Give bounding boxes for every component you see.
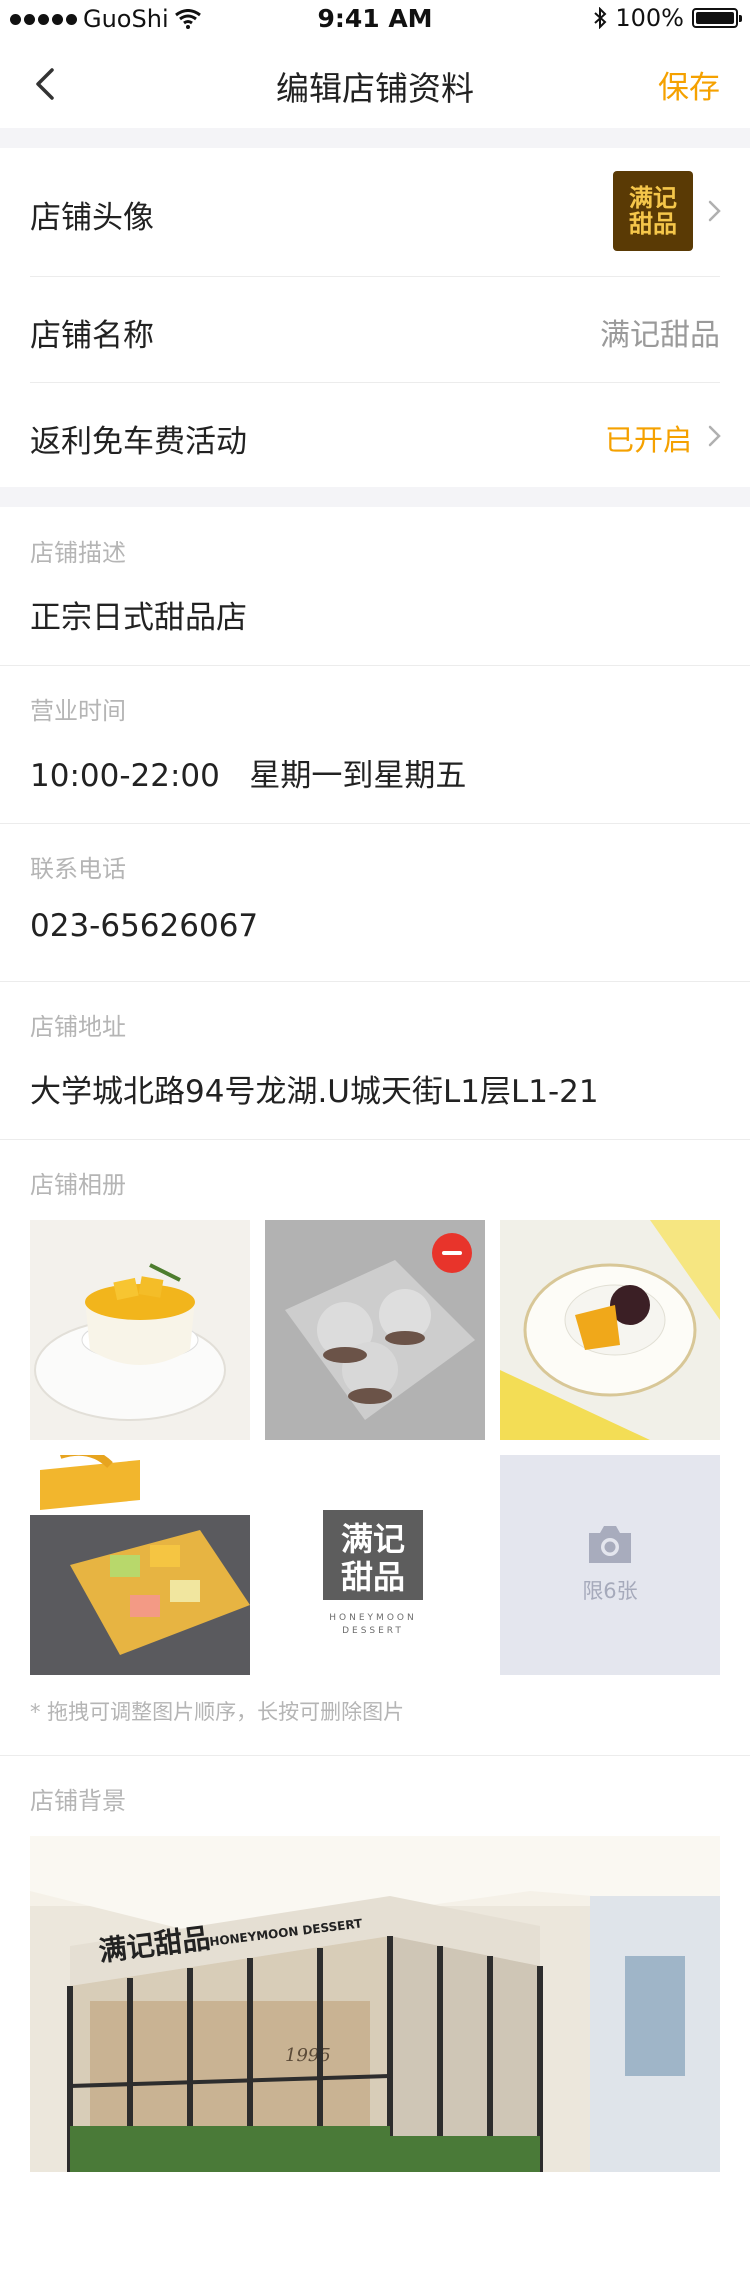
- bluetooth-icon: [594, 7, 607, 29]
- row-rebate-activity[interactable]: 返利免车费活动 已开启: [0, 383, 750, 487]
- divider: [0, 1755, 750, 1756]
- album-photo-mango-pudding[interactable]: [30, 1220, 250, 1440]
- photo-limit-text: 限6张: [582, 1579, 638, 1603]
- description-value[interactable]: 正宗日式甜品店: [30, 592, 247, 637]
- status-right: 100%: [593, 4, 742, 32]
- remove-photo-button[interactable]: [432, 1233, 472, 1273]
- album-photo-gift-box[interactable]: [30, 1455, 250, 1675]
- avatar-label: 店铺头像: [30, 200, 154, 236]
- album-logo-line2: 甜品: [341, 1558, 405, 1596]
- address-label: 店铺地址: [30, 1013, 126, 1041]
- album-photo-mango-rice[interactable]: [500, 1220, 720, 1440]
- album-logo-sub2: DESSERT: [342, 1626, 404, 1636]
- store-background-image[interactable]: 满记甜品 HONEYMOON DESSERT 1995: [30, 1836, 720, 2172]
- phone-value[interactable]: 023-65626067: [30, 908, 258, 944]
- avatar-logo-line1: 满记: [629, 184, 677, 212]
- battery-fill: [696, 12, 734, 24]
- section-gap: [0, 487, 750, 507]
- rebate-label: 返利免车费活动: [30, 424, 247, 460]
- chevron-right-icon: [708, 425, 721, 447]
- status-bar: GuoShi 9:41 AM 100%: [0, 0, 750, 40]
- save-button[interactable]: 保存: [658, 62, 720, 107]
- divider: [0, 665, 750, 666]
- album-photo-logo[interactable]: 满记 甜品 HONEYMOON DESSERT: [265, 1455, 485, 1675]
- album-logo-line1: 满记: [341, 1520, 405, 1558]
- store-avatar-logo[interactable]: 满记 甜品: [613, 171, 693, 251]
- divider: [0, 981, 750, 982]
- rebate-status: 已开启: [604, 423, 692, 457]
- bg-sign-year: 1995: [285, 2045, 331, 2066]
- store-name-value: 满记甜品: [600, 318, 720, 353]
- camera-icon: [589, 1526, 631, 1563]
- avatar-logo-line2: 甜品: [629, 210, 677, 238]
- album-label: 店铺相册: [30, 1171, 126, 1199]
- album-hint: * 拖拽可调整图片顺序，长按可删除图片: [30, 1700, 405, 1724]
- battery-icon: [692, 8, 742, 28]
- album-logo-sub1: HONEYMOON: [329, 1613, 416, 1623]
- divider: [0, 1139, 750, 1140]
- section-gap: [0, 128, 750, 148]
- phone-label: 联系电话: [30, 855, 126, 883]
- divider: [0, 823, 750, 824]
- chevron-right-icon: [708, 200, 721, 222]
- battery-percent: 100%: [615, 4, 684, 32]
- background-label: 店铺背景: [30, 1787, 126, 1815]
- store-name-label: 店铺名称: [30, 318, 154, 354]
- add-photo-button[interactable]: 限6张: [500, 1455, 720, 1675]
- page-title: 编辑店铺资料: [276, 69, 474, 108]
- hours-label: 营业时间: [30, 697, 126, 725]
- description-label: 店铺描述: [30, 539, 126, 567]
- nav-bar: 编辑店铺资料 保存: [0, 40, 750, 128]
- hours-value[interactable]: 10:00-22:00 星期一到星期五: [30, 750, 466, 795]
- row-store-name[interactable]: 店铺名称 满记甜品: [0, 277, 750, 382]
- address-value[interactable]: 大学城北路94号龙湖.U城天街L1层L1-21: [30, 1066, 599, 1111]
